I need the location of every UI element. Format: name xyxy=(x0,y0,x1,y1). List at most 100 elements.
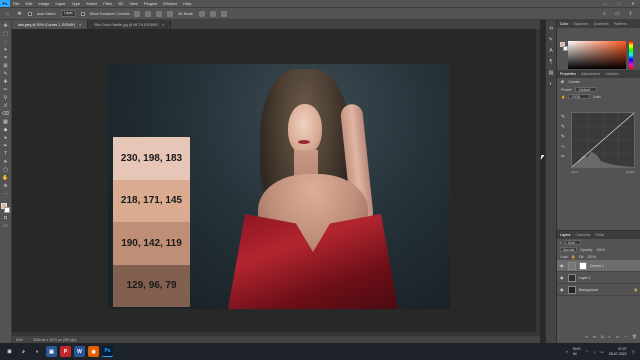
menu-image[interactable]: Image xyxy=(35,0,52,7)
move-icon[interactable]: ✥ xyxy=(2,23,9,29)
gray-point-eyedropper-icon[interactable]: ✎ xyxy=(560,124,566,130)
link-layers-icon[interactable]: ∞ xyxy=(585,334,588,341)
background-color[interactable] xyxy=(4,207,10,213)
menu-file[interactable]: File xyxy=(10,0,22,7)
close-icon[interactable]: ✕ xyxy=(626,1,640,6)
layer-layer-1[interactable]: ◉ Layer 1 xyxy=(557,272,640,284)
history-icon[interactable]: ⟲ xyxy=(548,26,554,32)
tray-chevron-icon[interactable]: ˄ xyxy=(566,350,568,354)
auto-button[interactable]: Auto xyxy=(593,95,600,99)
menu-filter[interactable]: Filter xyxy=(100,0,115,7)
menu-window[interactable]: Window xyxy=(160,0,180,7)
firefox-icon[interactable]: ◉ xyxy=(88,346,99,357)
history-brush-icon[interactable]: ↺ xyxy=(2,103,9,109)
menu-edit[interactable]: Edit xyxy=(22,0,35,7)
search-icon[interactable]: ⌕ xyxy=(601,11,608,17)
distribute-icon[interactable] xyxy=(167,10,174,17)
fx-icon[interactable]: fx xyxy=(593,334,596,341)
workspace-icon[interactable]: ▭ xyxy=(614,11,621,17)
menu-type[interactable]: Type xyxy=(69,0,84,7)
search-filter-icon[interactable]: ⌕ xyxy=(560,241,562,245)
brush-icon[interactable]: ✏ xyxy=(2,87,9,93)
healing-brush-icon[interactable]: ✚ xyxy=(2,79,9,85)
orbit-icon[interactable] xyxy=(198,10,205,17)
close-tab-icon[interactable]: × xyxy=(162,23,164,27)
preset-dropdown[interactable]: Default xyxy=(575,87,598,92)
chrome-icon[interactable]: ◐ xyxy=(32,346,43,357)
menu-view[interactable]: View xyxy=(126,0,141,7)
maximize-icon[interactable]: □ xyxy=(612,1,626,6)
eraser-icon[interactable]: ⌫ xyxy=(2,111,9,117)
curve-point-icon[interactable]: ∿ xyxy=(560,144,566,150)
tab-libraries[interactable]: Libraries xyxy=(605,72,618,76)
home-icon[interactable]: ⌂ xyxy=(4,11,11,17)
tab-gradients[interactable]: Gradients xyxy=(594,22,609,26)
visibility-eye-icon[interactable]: ◉ xyxy=(560,263,565,268)
path-selection-icon[interactable]: ➤ xyxy=(2,159,9,165)
align-center-icon[interactable] xyxy=(145,10,152,17)
blur-icon[interactable]: ◆ xyxy=(2,127,9,133)
tab-layers[interactable]: Layers xyxy=(560,233,571,237)
opacity-value[interactable]: 100% xyxy=(596,248,605,252)
add-mask-icon[interactable]: ◘ xyxy=(601,334,603,341)
fill-value[interactable]: 100% xyxy=(587,255,596,259)
marquee-icon[interactable]: ⬚ xyxy=(2,31,9,37)
layer-mask-thumb[interactable] xyxy=(579,261,587,270)
visibility-eye-icon[interactable]: ◉ xyxy=(560,275,565,280)
lock-icon[interactable]: 🔒 xyxy=(571,255,575,259)
close-tab-icon[interactable]: × xyxy=(79,23,81,27)
tab-properties[interactable]: Properties xyxy=(560,72,576,76)
eyedropper-icon[interactable]: ✎ xyxy=(2,71,9,77)
type-icon[interactable]: T xyxy=(2,151,9,157)
slide-3d-icon[interactable] xyxy=(220,10,227,17)
menu-3d[interactable]: 3D xyxy=(115,0,126,7)
move-tool-icon[interactable]: ✥ xyxy=(16,11,23,17)
auto-select-dropdown[interactable]: Layer xyxy=(61,10,76,17)
white-point-eyedropper-icon[interactable]: ✎ xyxy=(560,134,566,140)
tab-patterns[interactable]: Patterns xyxy=(614,22,627,26)
kind-dropdown[interactable]: Kind xyxy=(564,240,581,245)
document-info[interactable]: 3200 px x 1474 px (300 ppi) xyxy=(33,338,76,342)
new-adjustment-icon[interactable]: ◐ xyxy=(608,334,610,341)
color-panel-chips[interactable] xyxy=(560,42,568,52)
minimize-icon[interactable]: — xyxy=(598,1,612,6)
zoom-level[interactable]: 50% xyxy=(16,338,23,342)
new-layer-icon[interactable]: + xyxy=(625,334,627,341)
layer-curves-1[interactable]: ◉ Curves 1 xyxy=(557,260,640,272)
pencil-curve-icon[interactable]: ✏ xyxy=(560,154,566,160)
frame-icon[interactable]: ⊠ xyxy=(2,63,9,69)
powerpoint-icon[interactable]: P xyxy=(60,346,71,357)
layer-background[interactable]: ◉ Background 🔒 xyxy=(557,284,640,296)
new-group-icon[interactable]: ▭ xyxy=(616,334,620,341)
paragraph-icon[interactable]: ¶ xyxy=(548,59,554,65)
brush-settings-icon[interactable]: ✎ xyxy=(548,37,554,43)
auto-select-checkbox[interactable] xyxy=(28,11,32,16)
align-right-icon[interactable] xyxy=(156,10,163,17)
tab-skin-palette[interactable]: Skin Color Palette.jpg @ 66.7% (RGB/8*) … xyxy=(88,20,172,29)
align-left-icon[interactable] xyxy=(134,10,141,17)
screen-mode-icon[interactable]: ▭ xyxy=(2,223,9,229)
battery-icon[interactable]: ▭ xyxy=(600,350,603,354)
visibility-eye-icon[interactable]: ◉ xyxy=(560,287,565,292)
channel-dropdown[interactable]: RGB xyxy=(568,94,591,99)
vertical-scrollbar[interactable] xyxy=(536,29,540,336)
volume-icon[interactable]: ♪ xyxy=(594,350,596,354)
document-canvas[interactable]: 230, 198, 183 218, 171, 145 190, 142, 11… xyxy=(108,64,450,309)
app-icon[interactable]: ▣ xyxy=(46,346,57,357)
menu-select[interactable]: Select xyxy=(83,0,100,7)
tab-color[interactable]: Color xyxy=(560,22,568,26)
language-indicator[interactable]: ENG IN xyxy=(573,347,581,357)
menu-plugins[interactable]: Plugins xyxy=(141,0,160,7)
magic-wand-icon[interactable]: ✦ xyxy=(2,47,9,53)
wifi-icon[interactable]: ◠ xyxy=(586,350,589,354)
word-icon[interactable]: W xyxy=(74,346,85,357)
hue-slider[interactable] xyxy=(629,41,633,69)
clock[interactable]: 07:07 28-07-2022 xyxy=(609,347,627,357)
character-icon[interactable]: A xyxy=(548,48,554,54)
lasso-icon[interactable]: ◌ xyxy=(2,39,9,45)
notifications-icon[interactable]: ▢ xyxy=(632,350,635,354)
blend-mode-dropdown[interactable]: Normal xyxy=(560,247,578,252)
rectangle-icon[interactable]: ▢ xyxy=(2,167,9,173)
clone-stamp-icon[interactable]: ⚲ xyxy=(2,95,9,101)
menu-layer[interactable]: Layer xyxy=(52,0,68,7)
